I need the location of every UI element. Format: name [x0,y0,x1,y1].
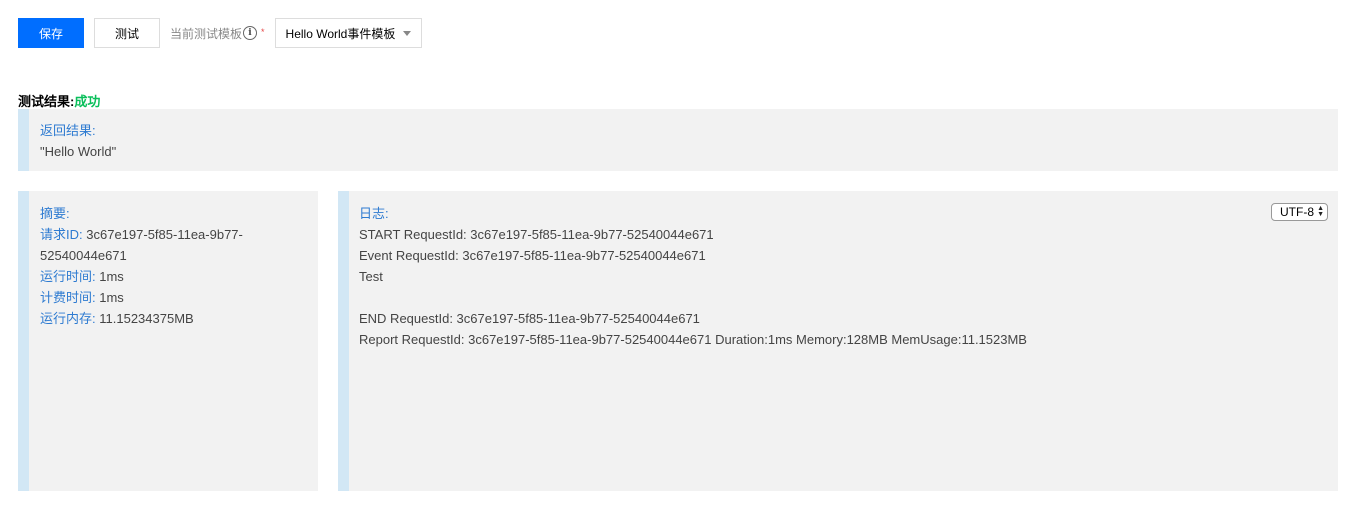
test-button[interactable]: 测试 [94,18,160,48]
log-panel: 日志: START RequestId: 3c67e197-5f85-11ea-… [338,191,1338,491]
chevron-down-icon [403,30,412,36]
return-result-value: "Hello World" [40,144,117,159]
return-result-panel: 返回结果: "Hello World" [18,109,1338,171]
toolbar: 保存 测试 当前测试模板 i * Hello World事件模板 [18,18,423,48]
log-line: Event RequestId: 3c67e197-5f85-11ea-9b77… [359,248,706,263]
summary-request-id-cont: 52540044e671 [40,245,318,266]
summary-billed-time: 计费时间: 1ms [40,287,318,308]
memory-value: 11.15234375MB [99,311,194,326]
return-result-title: 返回结果: [40,123,96,138]
test-result-status: 成功 [74,94,101,109]
template-label-text: 当前测试模板 [170,26,243,41]
summary-panel: 摘要: 请求ID: 3c67e197-5f85-11ea-9b77- 52540… [18,191,318,491]
required-star-icon: * [261,27,265,37]
memory-label: 运行内存: [40,311,96,326]
template-select-value: Hello World事件模板 [285,26,396,41]
encoding-select-value: UTF-8 [1280,205,1314,219]
run-time-label: 运行时间: [40,269,96,284]
log-line: START RequestId: 3c67e197-5f85-11ea-9b77… [359,227,714,242]
log-line: END RequestId: 3c67e197-5f85-11ea-9b77-5… [359,311,700,326]
summary-request-id: 请求ID: 3c67e197-5f85-11ea-9b77- [40,224,318,245]
test-result: 测试结果:成功 [18,91,100,110]
run-time-value: 1ms [99,269,124,284]
request-id-value-part2: 52540044e671 [40,248,127,263]
template-select[interactable]: Hello World事件模板 [274,18,423,48]
summary-title: 摘要: [40,206,70,221]
request-id-value-part1: 3c67e197-5f85-11ea-9b77- [86,227,243,242]
updown-arrows-icon: ▲ ▼ [1317,205,1324,218]
info-icon[interactable]: i [243,26,258,40]
billed-time-label: 计费时间: [40,290,96,305]
encoding-select[interactable]: UTF-8 ▲ ▼ [1271,203,1328,221]
log-line: Test [359,269,383,284]
request-id-label: 请求ID: [40,227,83,242]
test-result-label: 测试结果: [18,94,75,109]
template-label: 当前测试模板 i * [170,25,265,42]
billed-time-value: 1ms [99,290,124,305]
summary-run-time: 运行时间: 1ms [40,266,318,287]
log-title: 日志: [359,206,389,221]
log-line: Report RequestId: 3c67e197-5f85-11ea-9b7… [359,332,1027,347]
save-button[interactable]: 保存 [18,18,84,48]
summary-memory: 运行内存: 11.15234375MB [40,308,318,329]
